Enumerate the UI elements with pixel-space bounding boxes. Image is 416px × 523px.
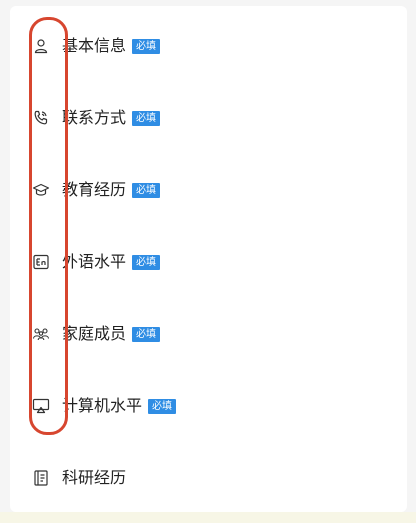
phone-icon [32, 109, 50, 127]
section-foreign-language[interactable]: 外语水平 必填 [10, 240, 407, 284]
required-badge: 必填 [148, 399, 177, 414]
required-badge: 必填 [132, 327, 161, 342]
section-label: 基本信息 必填 [62, 35, 161, 57]
computer-icon [32, 397, 50, 415]
en-language-icon [32, 253, 50, 271]
section-computer-skills[interactable]: 计算机水平 必填 [10, 384, 407, 428]
section-contact[interactable]: 联系方式 必填 [10, 96, 407, 140]
section-label: 外语水平 必填 [62, 251, 161, 273]
graduation-cap-icon [32, 181, 50, 199]
bottom-strip [0, 512, 416, 523]
section-label: 家庭成员 必填 [62, 323, 161, 345]
required-badge: 必填 [132, 183, 161, 198]
section-label: 科研经历 [62, 468, 127, 487]
icon-column-highlight-outline [29, 17, 68, 435]
required-badge: 必填 [132, 255, 161, 270]
section-education[interactable]: 教育经历 必填 [10, 168, 407, 212]
family-icon [32, 325, 50, 343]
resume-sections-card: 基本信息 必填 联系方式 必填 教育经历 必填 外语水平 必填 家庭成员 必填 … [10, 6, 407, 512]
section-basic-info[interactable]: 基本信息 必填 [10, 24, 407, 68]
research-icon [32, 469, 50, 487]
required-badge: 必填 [132, 111, 161, 126]
section-label: 教育经历 必填 [62, 179, 161, 201]
section-label: 联系方式 必填 [62, 107, 161, 129]
section-research-experience[interactable]: 科研经历 [10, 456, 407, 500]
required-badge: 必填 [132, 39, 161, 54]
section-family-members[interactable]: 家庭成员 必填 [10, 312, 407, 356]
section-label: 计算机水平 必填 [62, 395, 177, 417]
person-icon [32, 37, 50, 55]
